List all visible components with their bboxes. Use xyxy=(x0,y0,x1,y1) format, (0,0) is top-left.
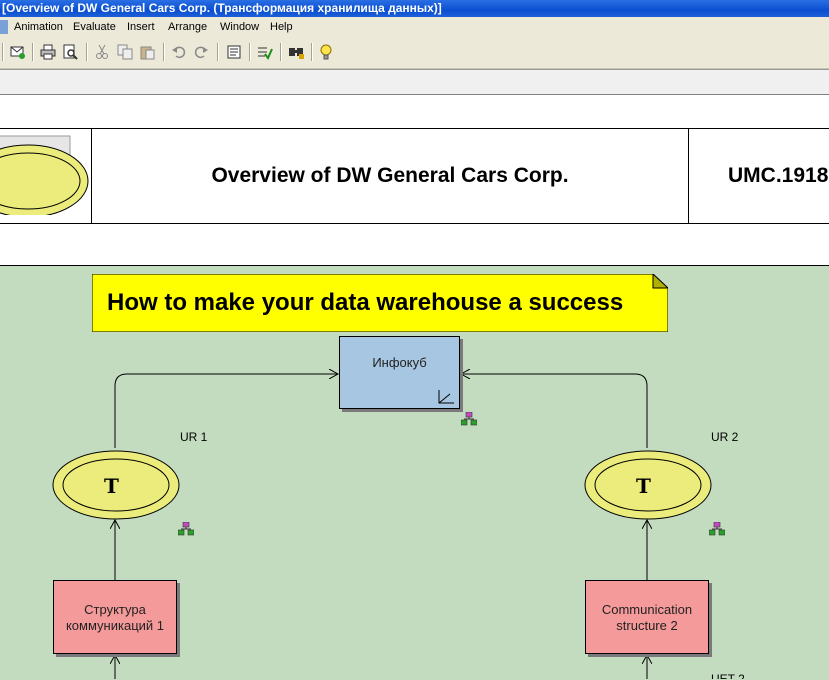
communication-structure-1[interactable]: Структура коммуникаций 1 xyxy=(53,580,177,654)
update-rule-label-2: UR 2 xyxy=(711,430,739,444)
hierarchy-icon[interactable] xyxy=(709,522,725,536)
tab-strip xyxy=(0,69,829,95)
infocube-label: Инфокуб xyxy=(372,355,427,370)
undo-icon[interactable] xyxy=(171,44,187,60)
infocube-box[interactable]: Инфокуб xyxy=(339,336,460,409)
window-title: [Overview of DW General Cars Corp. (Тран… xyxy=(2,1,442,15)
model-header: Overview of DW General Cars Corp. UMC.19… xyxy=(0,128,829,224)
semantic-check-icon[interactable] xyxy=(257,44,273,60)
toolbar-separator xyxy=(249,43,251,61)
print-icon[interactable] xyxy=(40,44,56,60)
note-banner[interactable]: How to make your data warehouse a succes… xyxy=(92,274,668,332)
comm-structure-2-line1: Communication xyxy=(601,602,693,617)
mail-icon[interactable] xyxy=(10,44,26,60)
menu-window[interactable]: Window xyxy=(220,17,259,38)
comm-structure-2-line2: structure 2 xyxy=(616,618,678,633)
comm-structure-1-line1: Структура xyxy=(84,602,146,617)
menu-help[interactable]: Help xyxy=(270,17,293,38)
transformation-label-right: T xyxy=(636,474,651,498)
hierarchy-icon[interactable] xyxy=(178,522,194,536)
window-title-bar[interactable]: [Overview of DW General Cars Corp. (Тран… xyxy=(0,0,829,17)
axes-icon xyxy=(438,390,454,404)
toolbar-separator xyxy=(280,43,282,61)
model-title: Overview of DW General Cars Corp. xyxy=(91,129,689,223)
hierarchy-icon[interactable] xyxy=(461,412,477,426)
toolbar-separator xyxy=(163,43,165,61)
print-preview-icon[interactable] xyxy=(62,44,78,60)
menu-arrange[interactable]: Arrange xyxy=(168,17,207,38)
update-rule-label-1: UR 1 xyxy=(180,430,208,444)
toolbar xyxy=(0,38,829,69)
logo-ellipse-icon xyxy=(0,135,89,215)
toolbar-separator xyxy=(217,43,219,61)
note-text: How to make your data warehouse a succes… xyxy=(107,289,624,316)
comm-structure-1-line2: коммуникаций 1 xyxy=(65,618,165,633)
communication-structure-2[interactable]: Communication structure 2 xyxy=(585,580,709,654)
cut-icon[interactable] xyxy=(94,44,110,60)
partial-update-rule-label: UET 2 xyxy=(711,672,745,679)
toolbar-separator xyxy=(2,43,4,61)
menu-insert[interactable]: Insert xyxy=(127,17,155,38)
find-icon[interactable] xyxy=(288,44,304,60)
paste-icon[interactable] xyxy=(139,44,155,60)
transformation-label-left: T xyxy=(104,474,119,498)
toolbar-separator xyxy=(311,43,313,61)
redo-icon[interactable] xyxy=(193,44,209,60)
model-code: UMC.1918 xyxy=(728,164,829,187)
hint-bulb-icon[interactable] xyxy=(318,44,334,60)
window-menu-icon[interactable] xyxy=(0,20,8,34)
copy-icon[interactable] xyxy=(117,44,133,60)
properties-icon[interactable] xyxy=(226,44,242,60)
toolbar-separator xyxy=(32,43,34,61)
menu-animation[interactable]: Animation xyxy=(14,17,63,38)
toolbar-separator xyxy=(86,43,88,61)
menu-evaluate[interactable]: Evaluate xyxy=(73,17,116,38)
menu-bar: Animation Evaluate Insert Arrange Window… xyxy=(0,17,829,38)
